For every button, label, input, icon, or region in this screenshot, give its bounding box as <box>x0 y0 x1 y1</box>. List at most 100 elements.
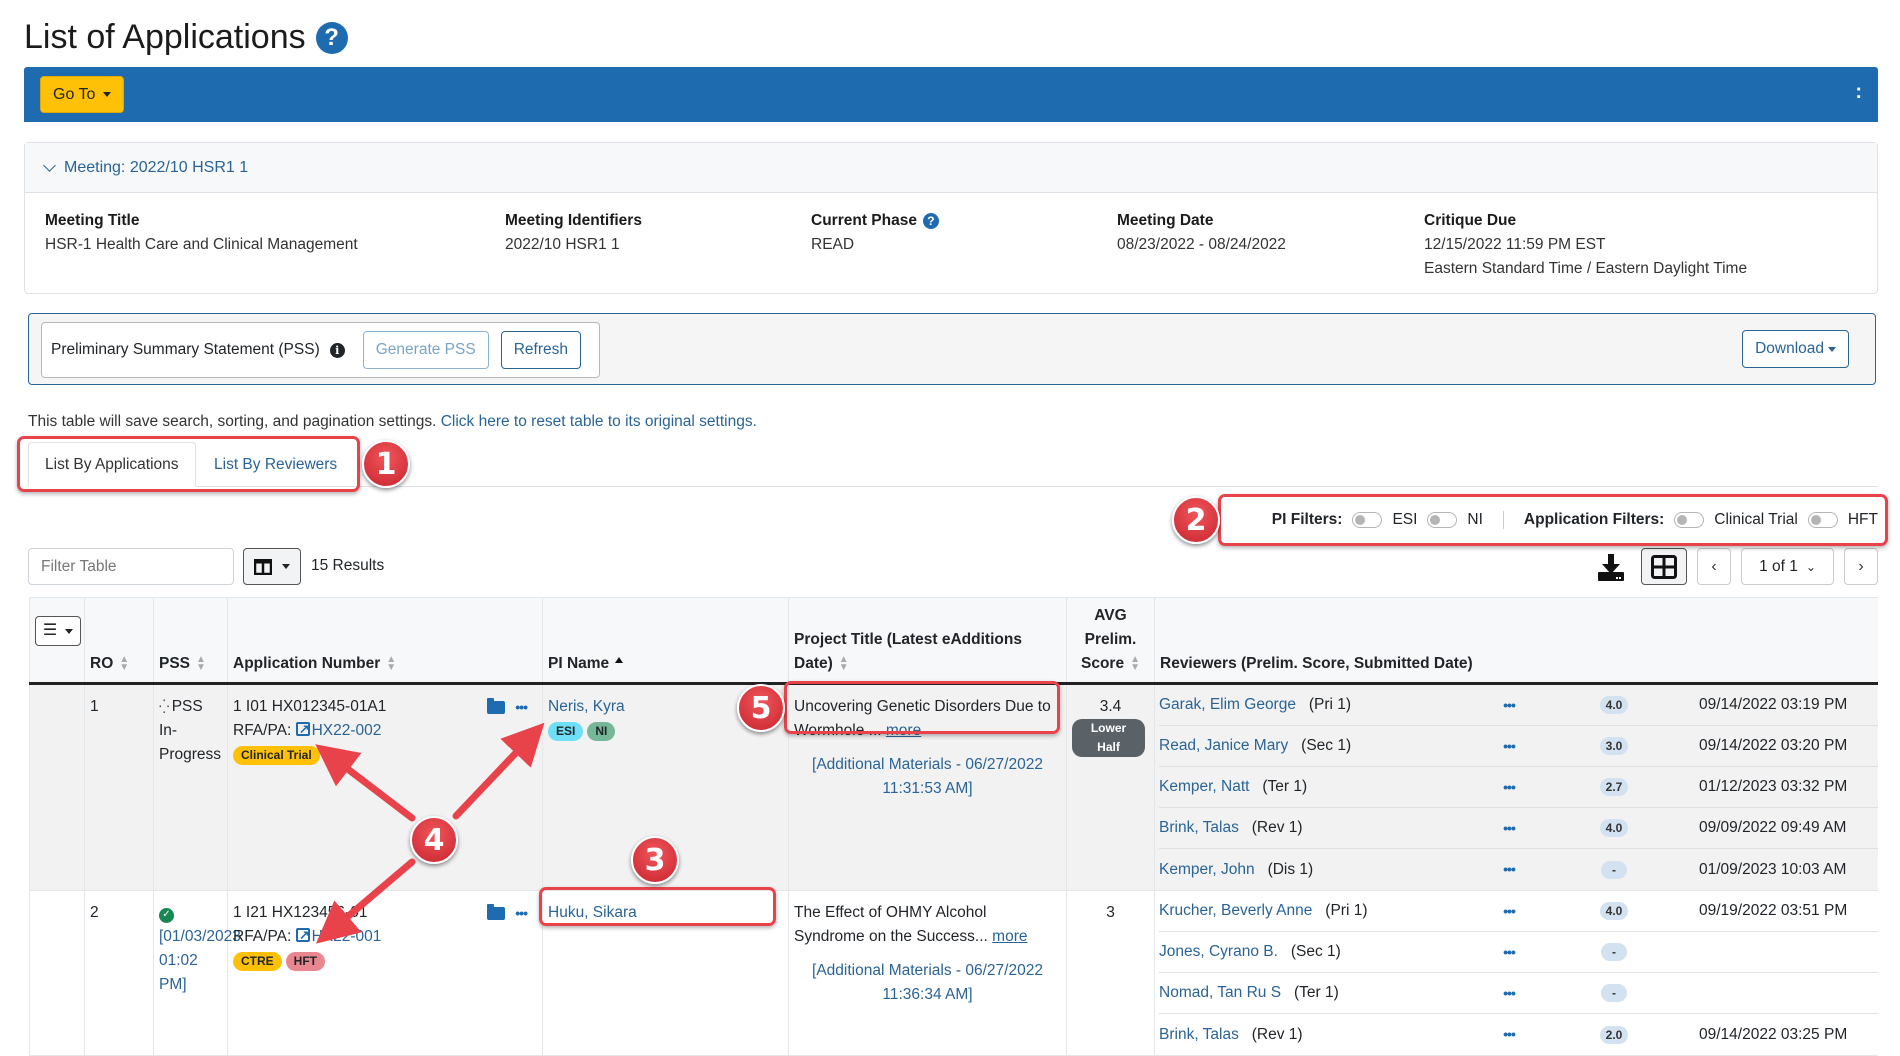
goto-dropdown-button[interactable]: Go To <box>40 76 125 113</box>
folder-open-icon[interactable] <box>487 903 506 920</box>
clinical-trial-toggle[interactable] <box>1674 512 1705 528</box>
phase-help-icon[interactable]: ? <box>922 212 939 229</box>
download-dropdown-button[interactable]: Download <box>1742 330 1849 368</box>
rfa-link[interactable]: HX22-001 <box>312 928 382 945</box>
reviewer-submitted-date: 09/14/2022 03:25 PM <box>1699 1025 1848 1043</box>
annotation-marker-3: 3 <box>631 836 679 884</box>
reviewer-more-icon[interactable]: ••• <box>1503 1026 1516 1042</box>
reviewer-role: (Pri 1) <box>1325 902 1368 919</box>
avg-score: 3.4 <box>1099 698 1122 715</box>
reviewer-more-icon[interactable]: ••• <box>1503 903 1516 919</box>
application-badges: CTRE HFT <box>233 949 537 973</box>
caret-down-icon <box>282 564 290 569</box>
reviewer-name-link[interactable]: Kemper, Natt <box>1159 778 1249 795</box>
reviewer-more-icon[interactable]: ••• <box>1503 944 1516 960</box>
reviewers-cell: Krucher, Beverly Anne (Pri 1) ••• 4.0 09… <box>1154 890 1878 1056</box>
toolbar-kebab-menu-icon[interactable]: : <box>1855 81 1862 104</box>
grid-view-toggle[interactable] <box>1641 548 1687 585</box>
reviewer-more-icon[interactable]: ••• <box>1503 985 1516 1001</box>
reviewer-row: Garak, Elim George (Pri 1) ••• 4.0 09/14… <box>1159 685 1878 726</box>
reset-table-link[interactable]: Click here to reset table to its origina… <box>441 413 757 430</box>
application-number: 1 I01 HX012345-01A1 <box>233 698 387 715</box>
reviewer-score: - <box>1601 860 1627 879</box>
goto-label: Go To <box>53 85 96 103</box>
table-tools: ‹ 1 of 1 ⌄ › <box>1591 548 1878 585</box>
meeting-collapse-toggle[interactable]: Meeting: 2022/10 HSR1 1 <box>25 143 1877 193</box>
refresh-button[interactable]: Refresh <box>500 331 581 369</box>
page-select[interactable]: 1 of 1 ⌄ <box>1741 548 1834 585</box>
application-badge: CTRE <box>233 952 282 971</box>
clinical-trial-label: Clinical Trial <box>1714 511 1798 528</box>
reviewer-score: 3.0 <box>1599 737 1629 755</box>
next-page-button[interactable]: › <box>1844 548 1878 585</box>
column-header-avg-score[interactable]: AVG Prelim. Score ▲ ▼ <box>1066 597 1155 685</box>
filter-table-input[interactable] <box>28 548 234 585</box>
pi-name-link[interactable]: Huku, Sikara <box>548 904 637 921</box>
field-value: 12/15/2022 11:59 PM EST <box>1424 236 1606 253</box>
column-header-pi-name[interactable]: PI Name <box>542 597 789 685</box>
question-circle-icon[interactable]: ? <box>315 21 348 54</box>
reviewer-more-icon[interactable]: ••• <box>1503 779 1516 795</box>
generate-pss-button[interactable]: Generate PSS <box>362 331 489 369</box>
top-toolbar: Go To : <box>24 67 1878 122</box>
reviewer-name-link[interactable]: Jones, Cyrano B. <box>1159 943 1278 960</box>
reviewer-name-link[interactable]: Brink, Talas <box>1159 819 1239 836</box>
application-more-icon[interactable]: ••• <box>515 901 528 925</box>
column-header-ro[interactable]: RO ▲ ▼ <box>84 597 154 685</box>
pi-badge: NI <box>587 722 616 741</box>
project-title-more-link[interactable]: more <box>992 928 1027 945</box>
sort-icon: ▲ ▼ <box>196 653 206 673</box>
reviewer-name-link[interactable]: Brink, Talas <box>1159 1026 1239 1043</box>
project-title-more-link[interactable]: more <box>886 722 921 739</box>
pi-filters-label: PI Filters: <box>1271 511 1343 528</box>
column-header-pss[interactable]: PSS ▲ ▼ <box>153 597 228 685</box>
reviewer-more-icon[interactable]: ••• <box>1503 861 1516 877</box>
results-count: 15 Results <box>311 557 385 574</box>
export-download-icon[interactable] <box>1591 548 1631 585</box>
reviewer-submitted-date: 09/14/2022 03:20 PM <box>1699 737 1848 754</box>
additional-materials-link[interactable]: [Additional Materials - 06/27/2022 11:31… <box>794 753 1061 801</box>
tab-list-by-applications[interactable]: List By Applications <box>28 442 196 487</box>
application-badge: Clinical Trial <box>233 746 320 765</box>
score-range-badge: Lower Half <box>1072 719 1145 757</box>
ni-toggle[interactable] <box>1427 512 1458 528</box>
reviewer-more-icon[interactable]: ••• <box>1503 820 1516 836</box>
application-more-icon[interactable]: ••• <box>515 695 528 719</box>
prev-page-button[interactable]: ‹ <box>1697 548 1731 585</box>
caret-down-icon <box>65 628 74 634</box>
column-header-reviewers: Reviewers (Prelim. Score, Submitted Date… <box>1154 597 1878 685</box>
reviewer-name-link[interactable]: Kemper, John <box>1159 861 1255 878</box>
hft-label: HFT <box>1847 511 1878 528</box>
applications-table: ☰ RO ▲ ▼ PSS ▲ ▼ Application Number ▲ ▼ PI Nam… <box>29 597 1878 1056</box>
hamburger-icon: ☰ <box>42 622 58 639</box>
column-header-application-number[interactable]: Application Number ▲ ▼ <box>227 597 543 685</box>
application-number-cell: 1 I01 HX012345-01A1 ••• RFA/PA: HX22-002… <box>227 683 543 891</box>
column-visibility-button[interactable] <box>243 548 301 585</box>
reviewer-name-link[interactable]: Read, Janice Mary <box>1159 737 1288 754</box>
hft-toggle[interactable] <box>1807 512 1838 528</box>
application-number-cell: 1 I21 HX123456-01 ••• RFA/PA: HX22-001 C… <box>227 890 543 1056</box>
esi-toggle[interactable] <box>1352 512 1383 528</box>
reviewer-name-link[interactable]: Krucher, Beverly Anne <box>1159 902 1312 919</box>
tab-list-by-reviewers[interactable]: List By Reviewers <box>198 442 353 487</box>
reviewer-name-link[interactable]: Garak, Elim George <box>1159 696 1296 713</box>
pi-name-link[interactable]: Neris, Kyra <box>548 698 625 715</box>
info-icon[interactable]: i <box>329 342 345 358</box>
project-title-cell: The Effect of OHMY Alcohol Syndrome on t… <box>788 890 1067 1056</box>
external-link-icon <box>295 924 310 948</box>
application-filters-label: Application Filters: <box>1523 511 1665 528</box>
reviewer-more-icon[interactable]: ••• <box>1503 738 1516 754</box>
rfa-link[interactable]: HX22-002 <box>312 722 382 739</box>
reviewer-row: Brink, Talas (Rev 1) ••• 4.0 09/09/2022 … <box>1159 808 1878 849</box>
reviewer-name-link[interactable]: Nomad, Tan Ru S <box>1159 984 1281 1001</box>
reviewer-more-icon[interactable]: ••• <box>1503 697 1516 713</box>
rfa-label: RFA/PA: <box>233 928 292 945</box>
current-phase-field: Current Phase? READ <box>811 209 939 257</box>
folder-open-icon[interactable] <box>487 697 506 714</box>
row-actions-menu-button[interactable]: ☰ <box>35 616 81 646</box>
column-header-project-title[interactable]: Project Title (Latest eAdditions Date) ▲ ▼ <box>788 597 1067 685</box>
caret-down-icon <box>1828 346 1836 352</box>
table-row: 2 ✓ [01/03/2023 01:02 PM] 1 I21 HX123456-… <box>29 890 1878 1056</box>
additional-materials-link[interactable]: [Additional Materials - 06/27/2022 11:36… <box>794 959 1061 1007</box>
reviewer-row: Krucher, Beverly Anne (Pri 1) ••• 4.0 09… <box>1159 891 1878 932</box>
